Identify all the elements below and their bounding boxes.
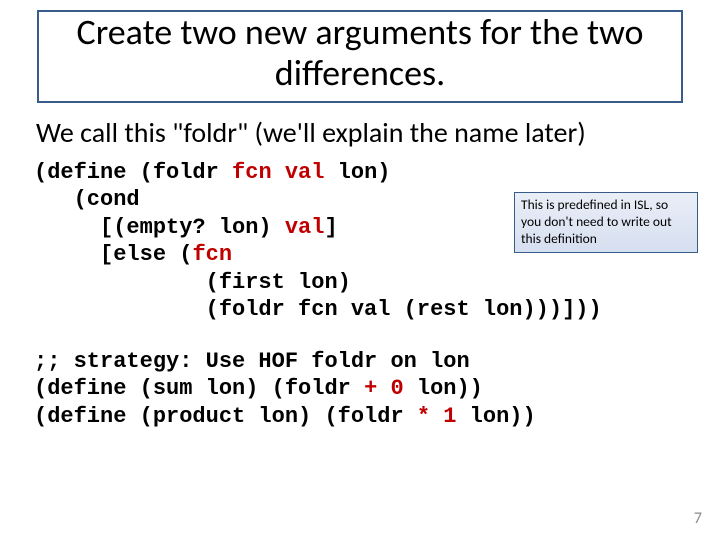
slide: Create two new arguments for the two dif… xyxy=(0,0,720,540)
code-line: lon) xyxy=(324,160,390,185)
code-line: [else ( xyxy=(34,242,192,267)
code-line: (first lon) xyxy=(34,270,351,295)
code-block-strategy: ;; strategy: Use HOF foldr on lon (defin… xyxy=(34,348,692,431)
code-line: lon)) xyxy=(404,376,483,401)
code-line: (define (product lon) (foldr xyxy=(34,404,417,429)
callout-note: This is predefined in ISL, so you don't … xyxy=(514,192,698,253)
code-line: ] xyxy=(324,215,337,240)
code-highlight: * 1 xyxy=(417,404,457,429)
code-line: lon)) xyxy=(456,404,535,429)
code-line: [(empty? lon) xyxy=(34,215,285,240)
code-line: (define (sum lon) (foldr xyxy=(34,376,364,401)
slide-title: Create two new arguments for the two dif… xyxy=(53,12,667,95)
code-line: (define (foldr xyxy=(34,160,232,185)
code-line: (cond xyxy=(34,187,140,212)
code-highlight: fcn val xyxy=(232,160,324,185)
title-box: Create two new arguments for the two dif… xyxy=(37,10,683,103)
subheading: We call this "foldr" (we'll explain the … xyxy=(36,117,692,149)
code-highlight: + 0 xyxy=(364,376,404,401)
code-line: (foldr fcn val (rest lon)))])) xyxy=(34,297,602,322)
code-highlight: val xyxy=(285,215,325,240)
spacer xyxy=(28,324,692,348)
page-number: 7 xyxy=(694,509,702,528)
code-line: ;; strategy: Use HOF foldr on lon xyxy=(34,349,470,374)
code-highlight: fcn xyxy=(192,242,232,267)
